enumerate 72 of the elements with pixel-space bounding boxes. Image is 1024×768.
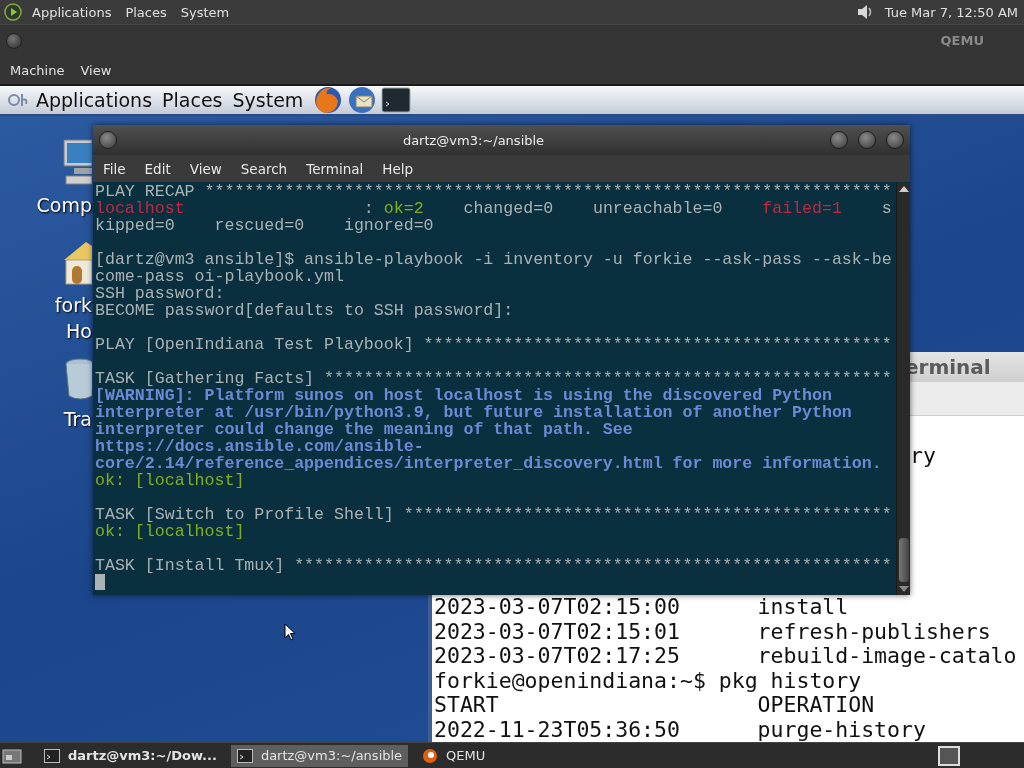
menu-item[interactable]: Machine bbox=[10, 62, 65, 78]
window-menu-button[interactable] bbox=[99, 131, 117, 149]
menu-item[interactable]: Terminal bbox=[306, 160, 364, 177]
panel-menu[interactable]: Applications bbox=[36, 89, 153, 111]
terminal-line: 2023-03-07T02:15:00 install bbox=[434, 595, 850, 620]
taskbar-button[interactable]: dartz@vm3:~/ansible bbox=[230, 744, 409, 767]
terminal-line: interpreter at /usr/bin/python3.9, but future installation of another Python bbox=[95, 404, 853, 421]
terminal-line: forkie@openindiana:~$ pkg history bbox=[434, 668, 863, 693]
mail-icon[interactable] bbox=[347, 85, 378, 115]
logo-icon[interactable] bbox=[4, 3, 22, 21]
icon-label[interactable]: Tra bbox=[63, 406, 92, 432]
terminal-line: 2023-03-07T02:17:25 rebuild-image-catalo bbox=[434, 644, 1018, 669]
app-icon bbox=[422, 747, 439, 764]
terminal-icon bbox=[44, 748, 60, 763]
terminal-line: ok: [localhost] bbox=[95, 523, 246, 540]
icon-label[interactable]: Ho bbox=[66, 318, 92, 344]
terminal-line: BECOME password[defaults to SSH password]: bbox=[95, 302, 515, 319]
menu-item[interactable]: View bbox=[80, 62, 112, 78]
terminal-line: ry bbox=[910, 444, 936, 468]
text-cursor bbox=[95, 574, 105, 590]
scroll-up-icon[interactable] bbox=[898, 186, 909, 192]
terminal-line: ok: [localhost] bbox=[95, 472, 246, 489]
terminal-line: kipped=0 rescued=0 ignored=0 bbox=[95, 217, 435, 234]
panel-menu[interactable]: Places bbox=[125, 4, 167, 20]
trash-icon[interactable] bbox=[64, 358, 92, 400]
panel-menu[interactable]: Applications bbox=[32, 4, 112, 20]
menu-item[interactable]: Help bbox=[382, 160, 414, 177]
scrollbar-thumb[interactable] bbox=[898, 538, 909, 582]
workspace-switcher[interactable] bbox=[938, 745, 960, 766]
terminal-line: 2023-03-07T02:15:01 refresh-publishers bbox=[434, 619, 992, 644]
terminal-line: PLAY RECAP ********************************************************************* bbox=[95, 183, 893, 200]
panel-menu[interactable]: System bbox=[232, 89, 304, 111]
maximize-button[interactable] bbox=[858, 131, 876, 149]
panel-menu[interactable]: System bbox=[180, 4, 230, 20]
minimize-button[interactable] bbox=[830, 131, 848, 149]
window-button[interactable] bbox=[6, 32, 22, 49]
terminal-line: [dartz@vm3 ansible]$ ansible-playbook -i inventory -u forkie --ask-pass --ask-be bbox=[95, 251, 893, 268]
scroll-down-icon[interactable] bbox=[898, 586, 909, 592]
terminal-line: localhost : ok=2 changed=0 unreachable=0 failed=1 s bbox=[95, 200, 893, 217]
terminal-line: come-pass oi-playbook.yml bbox=[95, 268, 345, 285]
terminal-line: TASK [Gathering Facts] ********************************************************* bbox=[95, 370, 893, 387]
terminal-line: interpreter could change the meaning of that path. See bbox=[95, 421, 634, 438]
terminal-icon bbox=[236, 748, 253, 763]
terminal-line: SSH password: bbox=[95, 285, 226, 302]
close-button[interactable] bbox=[886, 131, 904, 149]
terminal-line: 2022-11-23T05:36:50 purge-history bbox=[434, 717, 927, 742]
terminal-line: PLAY [OpenIndiana Test Playbook] *********************************************** bbox=[95, 336, 893, 353]
menu-item[interactable]: Search bbox=[240, 160, 288, 177]
terminal-icon[interactable] bbox=[381, 85, 412, 115]
panel-menu[interactable]: Places bbox=[162, 89, 223, 111]
terminal-line: core/2.14/reference_appendices/interpreter_discovery.html for more information. bbox=[95, 455, 883, 472]
computer-icon[interactable] bbox=[62, 138, 92, 186]
terminal-line: https://docs.ansible.com/ansible- bbox=[95, 438, 425, 455]
cursor-icon bbox=[284, 623, 296, 641]
clock[interactable]: Tue Mar 7, 12:50 AM bbox=[884, 4, 1018, 20]
icon-label[interactable]: Comp bbox=[36, 192, 92, 218]
terminal-line: START OPERATION bbox=[434, 693, 876, 718]
scrollbar[interactable] bbox=[896, 183, 910, 595]
terminal-line: TASK [Install Tmux] ************************************************************ bbox=[95, 557, 893, 574]
icon-label[interactable]: fork bbox=[54, 292, 92, 318]
house-icon[interactable] bbox=[62, 240, 92, 286]
window-title: dartz@vm3:~/ansible bbox=[401, 132, 546, 148]
show-desktop-icon[interactable] bbox=[2, 746, 22, 765]
terminal-line: TASK [Switch to Profile Shell] ************************************************* bbox=[95, 506, 893, 523]
menu-item[interactable]: View bbox=[189, 160, 222, 177]
browser-icon[interactable] bbox=[313, 85, 344, 115]
menu-item[interactable]: File bbox=[103, 160, 126, 177]
menu-item[interactable]: Edit bbox=[144, 160, 171, 177]
terminal-line: [WARNING]: Platform sunos on host localhost is using the discovered Python bbox=[95, 387, 833, 404]
taskbar-button[interactable]: QEMU bbox=[416, 744, 492, 767]
window-title: QEMU bbox=[940, 33, 984, 48]
taskbar-button[interactable]: dartz@vm3:~/Dow... bbox=[38, 744, 223, 767]
